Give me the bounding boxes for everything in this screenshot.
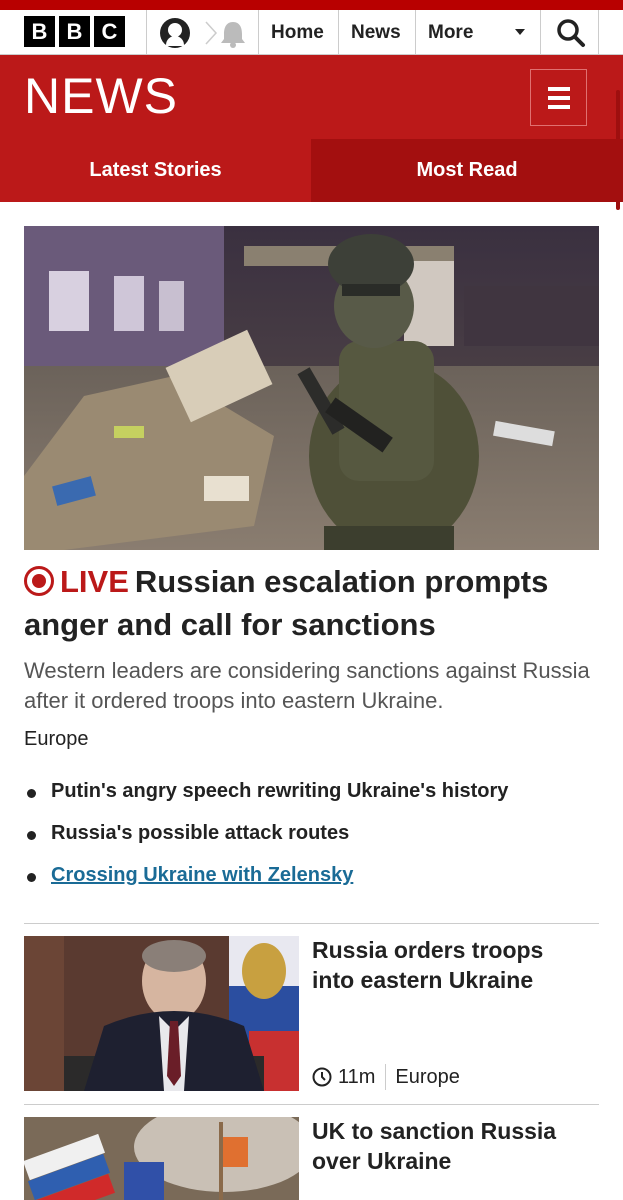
nav-news-link[interactable]: News: [351, 10, 401, 55]
divider: [415, 10, 416, 55]
hamburger-menu-icon[interactable]: [530, 69, 587, 126]
divider: [258, 10, 259, 55]
story-title[interactable]: UK to sanction Russia over Ukraine: [312, 1116, 582, 1176]
lead-story-headline[interactable]: LIVE Russian escalation prompts anger and…: [24, 560, 599, 646]
bbc-logo-letter: B: [59, 16, 90, 47]
story-image[interactable]: [24, 936, 299, 1091]
lead-story-tag[interactable]: Europe: [24, 728, 89, 751]
bbc-top-bar: B B C Home News More: [0, 0, 623, 55]
search-icon[interactable]: [556, 18, 586, 48]
divider: [24, 1104, 599, 1105]
tab-most-read[interactable]: Most Read: [311, 139, 623, 202]
related-links-list: Putin's angry speech rewriting Ukraine's…: [24, 780, 599, 906]
divider: [24, 923, 599, 924]
story-tag[interactable]: Europe: [395, 1066, 460, 1089]
story-image[interactable]: [24, 1117, 299, 1200]
divider: [385, 1064, 387, 1090]
nav-home-link[interactable]: Home: [271, 10, 324, 55]
bbc-logo-letter: C: [94, 16, 125, 47]
story-timestamp: 11m: [338, 1065, 376, 1088]
bbc-logo-letter: B: [24, 16, 55, 47]
nav-more-button[interactable]: More: [428, 10, 473, 55]
live-icon: [24, 566, 54, 596]
clock-icon: [312, 1067, 332, 1087]
account-icon[interactable]: [160, 18, 190, 48]
news-header: NEWS Latest Stories Most Read: [0, 55, 623, 210]
bbc-logo[interactable]: B B C: [24, 16, 125, 47]
divider: [540, 10, 541, 55]
tab-latest-stories[interactable]: Latest Stories: [0, 139, 311, 202]
live-label: LIVE: [60, 564, 129, 599]
divider: [338, 10, 339, 55]
story-title[interactable]: Russia orders troops into eastern Ukrain…: [312, 935, 582, 995]
lead-story-image[interactable]: [24, 226, 599, 550]
bell-icon[interactable]: [216, 20, 250, 48]
related-link[interactable]: Crossing Ukraine with Zelensky: [24, 864, 599, 906]
lead-story-summary: Western leaders are considering sanction…: [24, 658, 590, 713]
related-link[interactable]: Putin's angry speech rewriting Ukraine's…: [24, 780, 599, 822]
story-meta: 11m Europe: [312, 1064, 460, 1090]
divider: [598, 10, 599, 55]
news-logo[interactable]: NEWS: [24, 71, 178, 121]
caret-down-icon: [515, 29, 525, 35]
divider: [146, 10, 147, 55]
related-link[interactable]: Russia's possible attack routes: [24, 822, 599, 864]
